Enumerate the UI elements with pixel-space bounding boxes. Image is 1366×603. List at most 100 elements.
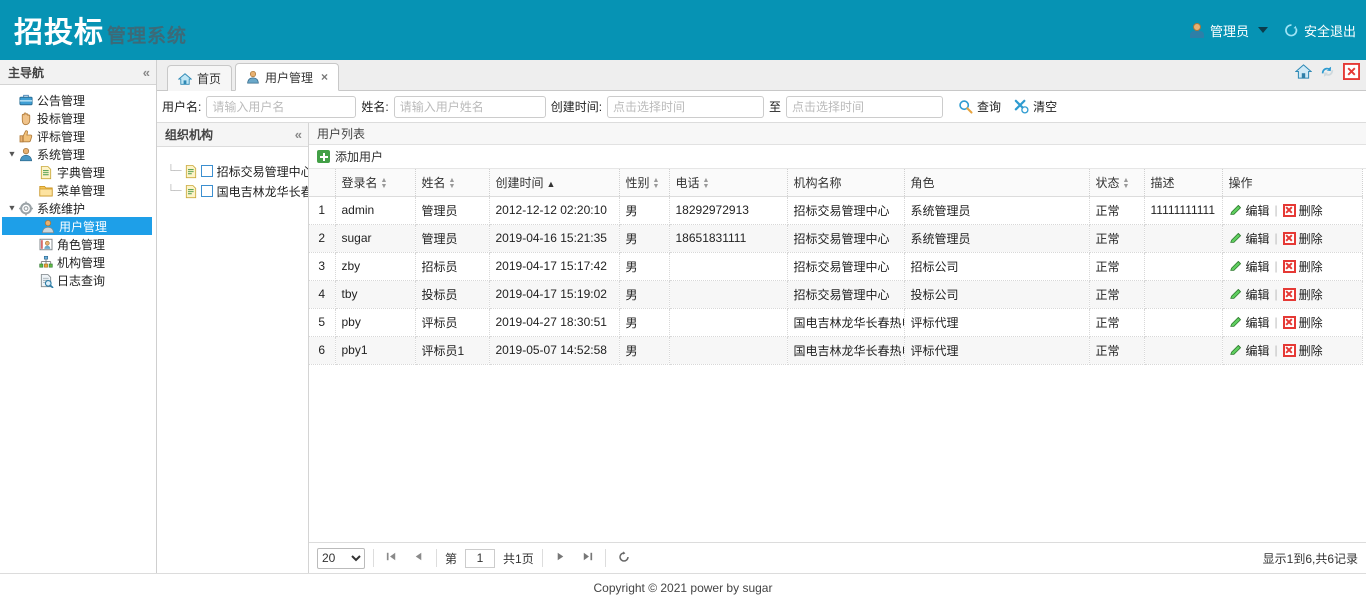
power-icon <box>1284 23 1299 38</box>
pencil-icon <box>1229 259 1243 273</box>
edit-row-button[interactable]: 编辑 <box>1229 342 1270 359</box>
sidebar-item-9[interactable]: 角色管理 <box>0 235 156 253</box>
sidebar-item-5[interactable]: 字典管理 <box>0 163 156 181</box>
org-node-checkbox[interactable] <box>201 165 213 177</box>
delete-row-button[interactable]: 删除 <box>1283 230 1323 247</box>
delete-row-button[interactable]: 删除 <box>1283 258 1323 275</box>
sidebar-item-3[interactable]: 评标管理 <box>0 127 156 145</box>
next-page-icon[interactable] <box>551 550 570 566</box>
org-node-checkbox[interactable] <box>201 185 213 197</box>
sidebar-item-7[interactable]: ▼ 系统维护 <box>0 199 156 217</box>
edit-row-label: 编辑 <box>1246 314 1270 331</box>
table-row[interactable]: 2sugar管理员2019-04-16 15:21:35男18651831111… <box>309 224 1362 252</box>
edit-row-button[interactable]: 编辑 <box>1229 314 1270 331</box>
page-number-input[interactable] <box>465 549 495 568</box>
sort-toggle-icon[interactable]: ▲▼ <box>703 178 710 190</box>
user-name-label: 管理员 <box>1210 21 1249 40</box>
edit-row-button[interactable]: 编辑 <box>1229 202 1270 219</box>
expand-arrow-icon[interactable]: ▼ <box>6 150 18 159</box>
action-separator: | <box>1275 315 1278 329</box>
cell-role: 系统管理员 <box>904 196 1089 224</box>
tab-user-management[interactable]: 用户管理 × <box>235 63 339 91</box>
realname-filter-label: 姓名: <box>361 98 388 115</box>
sidebar-item-label: 机构管理 <box>57 254 105 271</box>
sidebar-item-4[interactable]: ▼系统管理 <box>0 145 156 163</box>
add-user-button[interactable]: 添加用户 <box>317 148 383 165</box>
logout-button[interactable]: 安全退出 <box>1284 21 1356 40</box>
delete-row-button[interactable]: 删除 <box>1283 202 1323 219</box>
cell-login: pby <box>335 308 415 336</box>
delete-row-button[interactable]: 删除 <box>1283 342 1323 359</box>
content-area: 首页 用户管理 × 用户名: 姓名: <box>157 60 1366 573</box>
sidebar-item-2[interactable]: 投标管理 <box>0 109 156 127</box>
table-row[interactable]: 5pby评标员2019-04-27 18:30:51男国电吉林龙华长春热电评标代… <box>309 308 1362 336</box>
cell-role: 系统管理员 <box>904 224 1089 252</box>
org-tree-node-1[interactable]: └─招标交易管理中心 <box>157 161 308 181</box>
cell-desc <box>1144 252 1222 280</box>
user-list-header: 用户列表 <box>309 123 1366 145</box>
sort-toggle-icon[interactable]: ▲▼ <box>653 178 660 190</box>
prev-page-icon[interactable] <box>409 550 428 566</box>
cell-login: tby <box>335 280 415 308</box>
collapse-org-panel-icon[interactable]: « <box>295 127 302 142</box>
cell-org: 国电吉林龙华长春热电 <box>787 308 904 336</box>
edit-row-button[interactable]: 编辑 <box>1229 258 1270 275</box>
date-range-separator: 至 <box>769 98 781 115</box>
edit-row-label: 编辑 <box>1246 258 1270 275</box>
divider <box>436 549 437 567</box>
sidebar-item-10[interactable]: 机构管理 <box>0 253 156 271</box>
realname-filter-input[interactable] <box>394 96 546 118</box>
collapse-sidebar-icon[interactable]: « <box>143 65 150 80</box>
cell-idx: 1 <box>309 196 335 224</box>
page-size-select[interactable]: 102050100 <box>317 548 365 569</box>
date-start-input[interactable] <box>607 96 764 118</box>
last-page-icon[interactable] <box>578 550 597 566</box>
user-menu[interactable]: 管理员 <box>1189 21 1268 40</box>
sort-toggle-icon[interactable]: ▲▼ <box>449 178 456 190</box>
sort-toggle-icon[interactable]: ▲▼ <box>1123 178 1130 190</box>
column-header-login[interactable]: 登录名▲▼ <box>335 169 415 196</box>
pencil-icon <box>1229 203 1243 217</box>
delete-icon <box>1283 288 1296 301</box>
role-card-icon <box>38 237 54 252</box>
column-header-created[interactable]: 创建时间▲ <box>489 169 619 196</box>
home-icon[interactable] <box>1295 63 1312 80</box>
column-header-gender[interactable]: 性别▲▼ <box>619 169 669 196</box>
app-logo: 招投标 管理系统 <box>0 9 187 51</box>
table-row[interactable]: 3zby招标员2019-04-17 15:17:42男招标交易管理中心招标公司正… <box>309 252 1362 280</box>
search-button-label: 查询 <box>977 98 1001 115</box>
edit-row-label: 编辑 <box>1246 286 1270 303</box>
date-end-input[interactable] <box>786 96 943 118</box>
refresh-page-icon[interactable] <box>614 550 634 567</box>
sidebar-item-6[interactable]: 菜单管理 <box>0 181 156 199</box>
edit-row-button[interactable]: 编辑 <box>1229 286 1270 303</box>
sidebar-item-label: 系统维护 <box>37 200 85 217</box>
sidebar-item-1[interactable]: 公告管理 <box>0 91 156 109</box>
refresh-icon[interactable] <box>1319 63 1336 80</box>
delete-row-button[interactable]: 删除 <box>1283 314 1323 331</box>
tab-close-icon[interactable]: × <box>321 70 328 84</box>
edit-row-button[interactable]: 编辑 <box>1229 230 1270 247</box>
first-page-icon[interactable] <box>382 550 401 566</box>
delete-row-button[interactable]: 删除 <box>1283 286 1323 303</box>
org-node-label: 招标交易管理中心 <box>217 163 308 180</box>
table-row[interactable]: 1admin管理员2012-12-12 02:20:10男18292972913… <box>309 196 1362 224</box>
org-tree-node-2[interactable]: └─国电吉林龙华长春热电 <box>157 181 308 201</box>
column-header-name[interactable]: 姓名▲▼ <box>415 169 489 196</box>
table-row[interactable]: 6pby1评标员12019-05-07 14:52:58男国电吉林龙华长春热电评… <box>309 336 1362 364</box>
cell-created: 2019-05-07 14:52:58 <box>489 336 619 364</box>
sort-toggle-icon[interactable]: ▲▼ <box>381 178 388 190</box>
username-filter-input[interactable] <box>206 96 356 118</box>
column-header-phone[interactable]: 电话▲▼ <box>669 169 787 196</box>
table-scroll[interactable]: 登录名▲▼姓名▲▼创建时间▲性别▲▼电话▲▼机构名称角色状态▲▼描述操作 1ad… <box>309 169 1366 542</box>
tab-home[interactable]: 首页 <box>167 65 232 91</box>
expand-arrow-icon[interactable]: ▼ <box>6 204 18 213</box>
close-all-icon[interactable] <box>1343 63 1360 80</box>
cell-created: 2012-12-12 02:20:10 <box>489 196 619 224</box>
column-header-status[interactable]: 状态▲▼ <box>1089 169 1144 196</box>
clear-button[interactable]: 清空 <box>1014 98 1057 115</box>
table-row[interactable]: 4tby投标员2019-04-17 15:19:02男招标交易管理中心投标公司正… <box>309 280 1362 308</box>
search-button[interactable]: 查询 <box>958 98 1001 115</box>
sidebar-item-11[interactable]: 日志查询 <box>0 271 156 289</box>
sidebar-item-8[interactable]: 用户管理 <box>2 217 152 235</box>
